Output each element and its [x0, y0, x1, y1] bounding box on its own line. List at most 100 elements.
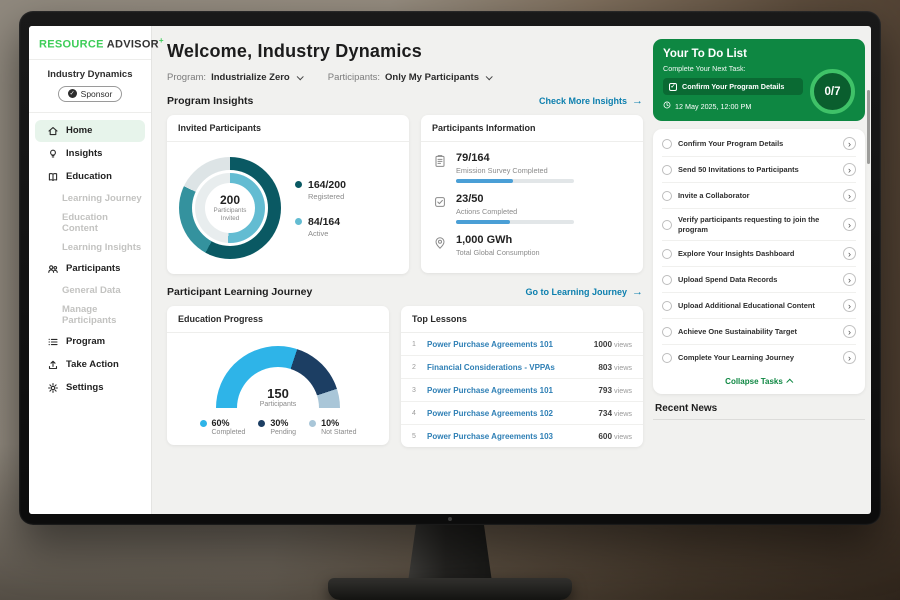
- donut-center-label: Participants Invited: [209, 207, 251, 223]
- sidebar-item-general-data[interactable]: General Data: [29, 281, 151, 300]
- legend-item: 84/164 Active: [295, 216, 346, 238]
- legend-item: 164/200 Registered: [295, 179, 346, 201]
- task-row[interactable]: Achieve One Sustainability Target ›: [662, 319, 856, 345]
- task-row[interactable]: Confirm Your Program Details ›: [662, 131, 856, 157]
- gauge-legend: 60%Completed 30%Pending 10%Not Started: [200, 418, 357, 436]
- background: RESOURCE ADVISOR+ Industry Dynamics ✓ Sp…: [0, 0, 900, 600]
- monitor-stand-base: [328, 578, 572, 600]
- task-row[interactable]: Explore Your Insights Dashboard ›: [662, 241, 856, 267]
- sidebar-nav: Home Insights Education Learning Journey…: [29, 113, 151, 406]
- learning-journey-section-header: Participant Learning Journey Go to Learn…: [167, 286, 643, 298]
- recent-news-title: Recent News: [653, 403, 865, 420]
- sponsor-label: Sponsor: [81, 89, 113, 99]
- gear-icon: [47, 382, 59, 394]
- sidebar-item-label: Insights: [66, 148, 102, 159]
- monitor-logo-dot: [448, 517, 452, 521]
- invited-participants-card: Invited Participants 200 Participants In…: [167, 115, 409, 274]
- go-to-learning-journey-link[interactable]: Go to Learning Journey→: [525, 287, 643, 298]
- lesson-row[interactable]: 1 Power Purchase Agreements 101 1000 vie…: [401, 333, 643, 356]
- todo-task-list: Confirm Your Program Details › Send 50 I…: [653, 129, 865, 394]
- education-gauge: 150 Participants: [216, 346, 340, 408]
- gauge-center-value: 150: [216, 386, 340, 401]
- donut-legend: 164/200 Registered 84/164 Active: [295, 179, 346, 238]
- task-row[interactable]: Invite a Collaborator ›: [662, 183, 856, 209]
- lesson-row[interactable]: 5 Power Purchase Agreements 103 600 view…: [401, 425, 643, 447]
- legend-item: 30%Pending: [258, 418, 296, 436]
- participants-filter[interactable]: Participants: Only My Participants: [328, 72, 491, 83]
- actions-progress-bar: [456, 220, 574, 224]
- task-checkbox[interactable]: [662, 191, 672, 201]
- task-checkbox[interactable]: [662, 353, 672, 363]
- collapse-tasks-button[interactable]: Collapse Tasks: [662, 370, 856, 392]
- sidebar-item-learning-journey[interactable]: Learning Journey: [29, 189, 151, 208]
- check-more-insights-link[interactable]: Check More Insights→: [539, 96, 643, 107]
- task-checkbox[interactable]: [662, 249, 672, 259]
- task-checkbox[interactable]: [662, 139, 672, 149]
- sidebar-item-education[interactable]: Education: [35, 166, 145, 188]
- task-checkbox[interactable]: [662, 275, 672, 285]
- info-row-consumption: 1,000 GWh Total Global Consumption: [433, 234, 631, 261]
- org-block: Industry Dynamics ✓ Sponsor: [29, 60, 151, 113]
- task-checkbox[interactable]: [662, 165, 672, 175]
- sidebar-item-home[interactable]: Home: [35, 120, 145, 142]
- app-logo: RESOURCE ADVISOR+: [29, 26, 151, 60]
- org-name: Industry Dynamics: [35, 69, 145, 80]
- todo-panel: Your To Do List Complete Your Next Task:…: [653, 39, 865, 514]
- section-title: Program Insights: [167, 95, 253, 107]
- section-title: Participant Learning Journey: [167, 286, 312, 298]
- chevron-right-icon: ›: [843, 137, 856, 150]
- next-task-pill[interactable]: ✓ Confirm Your Program Details: [663, 78, 803, 95]
- insights-cards-row: Invited Participants 200 Participants In…: [167, 115, 643, 274]
- page-title: Welcome, Industry Dynamics: [167, 41, 643, 62]
- task-row[interactable]: Complete Your Learning Journey ›: [662, 345, 856, 370]
- sidebar-item-label: Education: [66, 171, 112, 182]
- chevron-right-icon: ›: [843, 163, 856, 176]
- lesson-row[interactable]: 4 Power Purchase Agreements 102 734 view…: [401, 402, 643, 425]
- action-upload-icon: [47, 359, 59, 371]
- chevron-right-icon: ›: [843, 351, 856, 364]
- sidebar-item-label: Participants: [66, 263, 120, 274]
- lesson-row[interactable]: 3 Power Purchase Agreements 101 793 view…: [401, 379, 643, 402]
- sidebar-item-label: Take Action: [66, 359, 119, 370]
- donut-center-value: 200: [220, 193, 240, 207]
- top-lessons-card: Top Lessons 1 Power Purchase Agreements …: [401, 306, 643, 447]
- task-row[interactable]: Upload Additional Educational Content ›: [662, 293, 856, 319]
- book-icon: [47, 171, 59, 183]
- legend-dot: [295, 218, 302, 225]
- task-checkbox[interactable]: [662, 327, 672, 337]
- lightbulb-icon: [47, 148, 59, 160]
- sidebar-item-learning-insights[interactable]: Learning Insights: [29, 238, 151, 257]
- sidebar-item-participants[interactable]: Participants: [35, 258, 145, 280]
- chevron-right-icon: ›: [843, 189, 856, 202]
- sidebar-item-insights[interactable]: Insights: [35, 143, 145, 165]
- card-title: Education Progress: [167, 306, 389, 333]
- task-row[interactable]: Send 50 Invitations to Participants ›: [662, 157, 856, 183]
- sidebar-item-settings[interactable]: Settings: [35, 377, 145, 399]
- sidebar-item-education-content[interactable]: Education Content: [29, 208, 151, 238]
- participants-information-card: Participants Information 79/164 Emission…: [421, 115, 643, 273]
- task-checkbox[interactable]: [662, 220, 672, 230]
- sidebar-item-program[interactable]: Program: [35, 331, 145, 353]
- task-row[interactable]: Verify participants requesting to join t…: [662, 209, 856, 241]
- task-row[interactable]: Upload Spend Data Records ›: [662, 267, 856, 293]
- list-icon: [47, 336, 59, 348]
- chevron-right-icon: ›: [843, 218, 856, 231]
- info-row-actions: 23/50 Actions Completed: [433, 193, 631, 224]
- lesson-link: Power Purchase Agreements 103: [427, 432, 590, 441]
- sponsor-badge[interactable]: ✓ Sponsor: [58, 86, 123, 102]
- lessons-list: 1 Power Purchase Agreements 101 1000 vie…: [401, 333, 643, 447]
- lesson-link: Power Purchase Agreements 102: [427, 409, 590, 418]
- location-pin-icon: [433, 236, 447, 250]
- program-filter[interactable]: Program: Industrialize Zero: [167, 72, 302, 83]
- clock-icon: [663, 101, 671, 111]
- sidebar-item-label: Program: [66, 336, 105, 347]
- legend-dot: [309, 420, 316, 427]
- sidebar-item-manage-participants[interactable]: Manage Participants: [29, 300, 151, 330]
- lesson-row[interactable]: 2 Financial Considerations - VPPAs 803 v…: [401, 356, 643, 379]
- brand-primary: RESOURCE: [39, 39, 104, 51]
- sidebar-item-take-action[interactable]: Take Action: [35, 354, 145, 376]
- people-icon: [47, 263, 59, 275]
- task-checkbox[interactable]: [662, 301, 672, 311]
- sidebar-item-label: Home: [66, 125, 92, 136]
- scrollbar-thumb[interactable]: [867, 90, 870, 164]
